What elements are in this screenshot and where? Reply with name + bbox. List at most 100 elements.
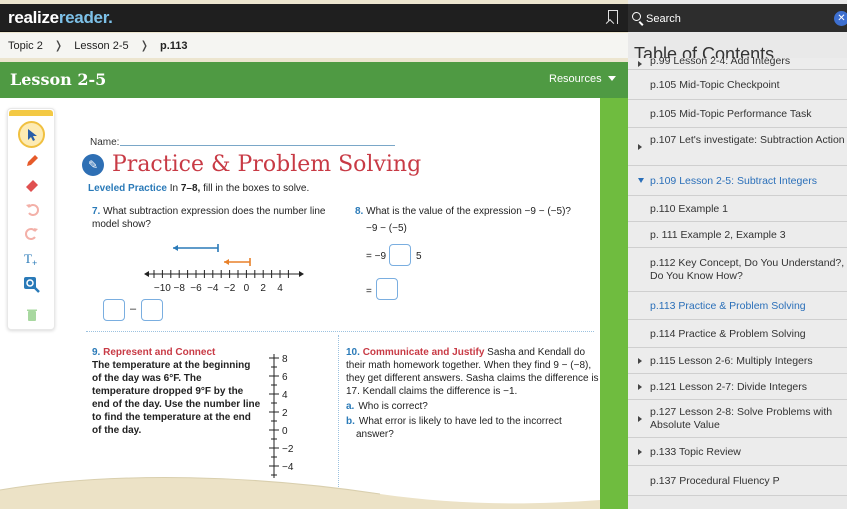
toc-item[interactable]: p.133 Topic Review [628, 438, 847, 466]
expand-down-icon[interactable] [638, 177, 644, 183]
pencil-tool[interactable] [22, 151, 42, 171]
text-add-icon: T + [24, 251, 37, 268]
annotation-toolbar: T + [7, 108, 55, 330]
toc-item[interactable]: p.99 Lesson 2-4: Add Integers [628, 55, 847, 70]
page-edge-strip [600, 98, 628, 509]
number-line-label: −8 [173, 283, 185, 294]
breadcrumb: Topic 2 ❭ Lesson 2-5 ❭ p.113 [0, 33, 628, 58]
part-text: Who is correct? [358, 401, 428, 412]
breadcrumb-topic[interactable]: Topic 2 [8, 40, 43, 52]
q8-line2-prefix: = −9 [366, 251, 387, 262]
part-text: What error is likely to have led to the … [356, 416, 562, 440]
chevron-right-icon: ❭ [53, 40, 64, 52]
toolbar-drag-handle[interactable] [9, 110, 53, 116]
name-line [120, 145, 395, 146]
toc-item[interactable]: p.114 Practice & Problem Solving [628, 320, 847, 348]
trash-icon [27, 309, 37, 321]
part-label: b. [346, 416, 355, 427]
toc-item[interactable]: p.105 Mid-Topic Checkpoint [628, 70, 847, 100]
part-label: a. [346, 401, 355, 412]
name-label: Name: [90, 137, 120, 148]
answer-box-q7-right[interactable] [141, 299, 163, 321]
toc-item[interactable]: p.115 Lesson 2-6: Multiply Integers [628, 348, 847, 374]
number-line-label: 2 [282, 408, 288, 419]
q8-expression: −9 − (−5) [366, 223, 407, 234]
toc-item[interactable]: p.112 Key Concept, Do You Understand?, D… [628, 248, 847, 292]
leveled-instruction-b: fill in the boxes to solve. [203, 183, 310, 194]
toc-item-label: p.137 Procedural Fluency P [650, 474, 780, 487]
redo-icon [25, 228, 38, 240]
toc-item[interactable]: p.127 Lesson 2-8: Solve Problems with Ab… [628, 400, 847, 438]
question-part-b: b. What error is likely to have led to th… [346, 415, 601, 441]
expand-right-icon[interactable] [638, 383, 642, 390]
number-line-label: −4 [207, 283, 219, 294]
lesson-title: Lesson 2-5 [10, 70, 107, 89]
number-line-label: −6 [190, 283, 202, 294]
eraser-tool[interactable] [22, 175, 42, 195]
clear-search-button[interactable]: ✕ [834, 11, 847, 26]
expand-right-icon[interactable] [638, 415, 642, 422]
toc-item[interactable]: p.113 Practice & Problem Solving [628, 292, 847, 320]
svg-text:T: T [24, 251, 32, 266]
toc-item[interactable]: p.110 Example 1 [628, 196, 847, 222]
delete-tool[interactable] [22, 305, 42, 325]
leveled-practice-instruction: Leveled Practice In 7–8, fill in the box… [88, 183, 309, 194]
eraser-icon [26, 180, 38, 192]
q8-line2-suffix: 5 [416, 251, 422, 262]
number-line-label: −4 [282, 462, 294, 473]
question-8: 8. What is the value of the expression −… [355, 205, 600, 218]
number-line-label: 0 [282, 426, 288, 437]
number-line-label: −2 [224, 283, 236, 294]
vertical-number-line-q9: 8 6 4 2 0 −2 −4 [269, 354, 294, 478]
q8-line3-prefix: = [366, 286, 372, 297]
number-line-label: 2 [260, 283, 266, 294]
undo-tool[interactable] [22, 199, 42, 219]
resources-dropdown[interactable]: Resources [549, 73, 616, 85]
resources-label: Resources [549, 73, 602, 85]
zoom-tool[interactable] [22, 275, 42, 295]
pencil-icon [27, 155, 38, 166]
number-line-label: 6 [282, 372, 288, 383]
number-line-label: −10 [154, 283, 171, 294]
toc-item-label: p.105 Mid-Topic Checkpoint [650, 78, 780, 91]
bookmark-icon[interactable] [608, 10, 618, 24]
toc-item-label: p.110 Example 1 [650, 202, 729, 215]
search-input[interactable] [646, 11, 816, 26]
answer-box-q8-result[interactable] [376, 278, 398, 300]
expand-right-icon[interactable] [638, 357, 642, 364]
toc-item[interactable]: p.105 Mid-Topic Performance Task [628, 100, 847, 128]
toc-item[interactable]: p. 111 Example 2, Example 3 [628, 222, 847, 248]
toc-item-label: p.115 Lesson 2-6: Multiply Integers [650, 354, 813, 367]
app-header: realizereader. [0, 4, 628, 32]
redo-tool[interactable] [22, 223, 42, 243]
question-part-a: a. Who is correct? [346, 400, 601, 413]
question-number: 8. [355, 206, 364, 217]
select-cursor-tool[interactable] [18, 121, 45, 148]
toc-panel: ✕ Table of Contents p.99 Lesson 2-4: Add… [628, 0, 847, 509]
expand-right-icon[interactable] [638, 60, 642, 67]
breadcrumb-lesson[interactable]: Lesson 2-5 [74, 40, 128, 52]
expand-right-icon[interactable] [638, 448, 642, 455]
zoom-icon [24, 277, 40, 293]
toc-item-label: p.112 Key Concept, Do You Understand?, D… [650, 257, 845, 282]
question-number: 9. [92, 347, 101, 358]
answer-box-q8-operator[interactable] [389, 244, 411, 266]
expand-right-icon[interactable] [638, 143, 642, 150]
svg-text:+: + [32, 258, 37, 268]
section-divider-horizontal [86, 331, 594, 332]
number-line-label: 8 [282, 354, 288, 365]
question-headline: Represent and Connect [103, 347, 216, 358]
worksheet-title: Practice & Problem Solving [112, 152, 422, 177]
brand-logo[interactable]: realizereader. [8, 8, 113, 28]
toc-item[interactable]: p.121 Lesson 2-7: Divide Integers [628, 374, 847, 400]
toc-item[interactable]: p.109 Lesson 2-5: Subtract Integers [628, 166, 847, 196]
toc-item[interactable]: p.137 Procedural Fluency P [628, 466, 847, 496]
question-text: What subtraction expression does the num… [92, 206, 326, 230]
number-line-label: 0 [244, 283, 250, 294]
number-line-label: 4 [277, 283, 283, 294]
toc-item[interactable]: p.107 Let's investigate: Subtraction Act… [628, 128, 847, 166]
leveled-practice-label: Leveled Practice [88, 183, 167, 194]
chevron-right-icon: ❭ [139, 40, 149, 52]
text-tool[interactable]: T + [22, 249, 42, 269]
answer-box-q7-left[interactable] [103, 299, 125, 321]
